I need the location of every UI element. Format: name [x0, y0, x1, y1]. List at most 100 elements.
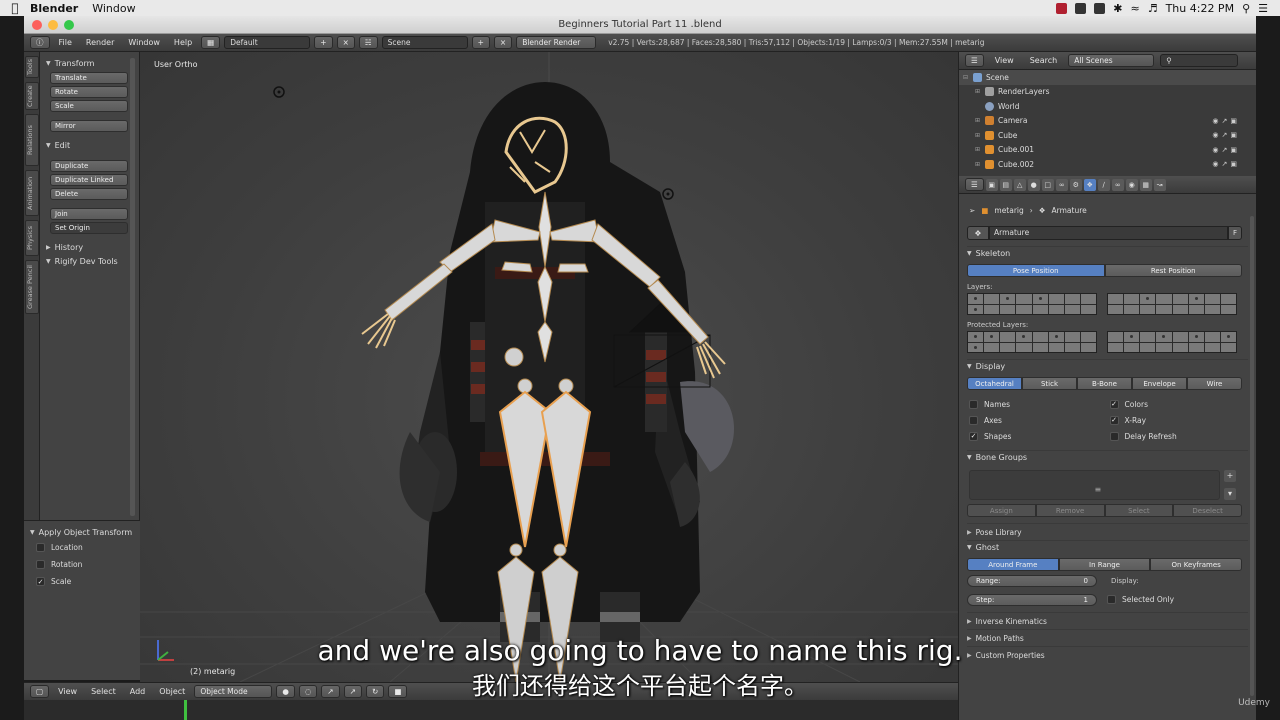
scene-field[interactable]: Scene [381, 36, 468, 49]
select-button[interactable]: Select [1104, 504, 1174, 517]
lamp-icon[interactable] [273, 86, 285, 98]
outliner-row-renderlayers[interactable]: ⊞ RenderLayers [959, 85, 1256, 100]
in-range-button[interactable]: In Range [1058, 558, 1151, 571]
properties-scrollbar[interactable] [1250, 216, 1254, 696]
history-panel-header[interactable]: ▶ History [46, 240, 133, 254]
texture-tab-icon[interactable]: ▦ [1139, 178, 1152, 191]
envelope-button[interactable]: Envelope [1132, 377, 1187, 390]
rotate-button[interactable]: Rotate [50, 86, 128, 98]
editor-type-button[interactable]: ☰ [965, 54, 984, 67]
menu-help[interactable]: Help [169, 38, 197, 47]
outliner-filter-select[interactable]: All Scenes [1068, 54, 1155, 67]
3d-viewport[interactable]: User Ortho (2) metarig [140, 52, 958, 682]
menu-search[interactable]: Search [1025, 56, 1062, 65]
rest-position-button[interactable]: Rest Position [1104, 264, 1242, 277]
outliner-row-cube-002[interactable]: ⊞ Cube.002 ◉↗▣ [959, 157, 1256, 172]
remove-scene-button[interactable]: × [493, 36, 513, 49]
checkbox[interactable] [36, 560, 45, 569]
checkbox-checked[interactable]: ✓ [1109, 399, 1119, 409]
selected-only-option[interactable]: Selected Only [1107, 591, 1174, 608]
tab-create[interactable]: Create [25, 82, 39, 110]
layout-field[interactable]: Default [224, 36, 311, 49]
constraints-tab-icon[interactable]: ∞ [1055, 178, 1068, 191]
shapes-option[interactable]: ✓ Shapes [969, 428, 1108, 444]
remove-button[interactable]: Remove [1035, 504, 1105, 517]
tab-animation[interactable]: Animation [25, 170, 39, 216]
join-button[interactable]: Join [50, 208, 128, 220]
search-icon[interactable]: ⚲ [1242, 2, 1250, 15]
scale-button[interactable]: Scale [50, 100, 128, 112]
material-tab-icon[interactable]: ◉ [1125, 178, 1138, 191]
range-field[interactable]: Range: 0 [967, 575, 1097, 587]
xray-option[interactable]: ✓ X-Ray [1109, 412, 1249, 428]
resize-handle-icon[interactable]: ≡ [1095, 485, 1102, 494]
bone-groups-panel-header[interactable]: ▼ Bone Groups [967, 450, 1248, 464]
wire-button[interactable]: Wire [1187, 377, 1242, 390]
bone-groups-list[interactable]: ≡ [969, 470, 1220, 500]
checkbox[interactable] [36, 543, 45, 552]
object-tab-icon[interactable]: □ [1041, 178, 1054, 191]
apple-icon[interactable]:  [0, 1, 30, 15]
editor-type-button[interactable]: ⓘ [30, 36, 50, 49]
tab-tools[interactable]: Tools [25, 56, 39, 78]
menu-file[interactable]: File [54, 38, 77, 47]
step-field[interactable]: Step: 1 [967, 593, 1097, 606]
add-layout-button[interactable]: + [314, 36, 333, 49]
datablock-name-field[interactable]: Armature [989, 226, 1228, 240]
layer-buttons-left[interactable] [967, 293, 1097, 315]
tab-relations[interactable]: Relations [25, 114, 39, 166]
display-panel-header[interactable]: ▼ Display [967, 359, 1248, 373]
world-tab-icon[interactable]: ● [1027, 178, 1040, 191]
tab-grease-pencil[interactable]: Grease Pencil [25, 260, 39, 314]
ghost-panel-header[interactable]: ▼ Ghost [967, 540, 1248, 554]
bone-tab-icon[interactable]: ∕ [1097, 178, 1110, 191]
zoom-window-button[interactable] [64, 20, 74, 30]
names-option[interactable]: Names [969, 396, 1108, 412]
app-name[interactable]: Blender [30, 2, 78, 15]
menu-window[interactable]: Window [92, 2, 135, 15]
tool-shelf-scrollbar[interactable] [130, 58, 135, 516]
scene-icon[interactable]: ☵ [358, 36, 378, 49]
viewport-scene[interactable] [140, 52, 958, 682]
armature-data-tab-icon[interactable]: ❖ [1083, 178, 1096, 191]
visibility-icons[interactable]: ◉↗▣ [1212, 117, 1240, 125]
menu-view[interactable]: View [990, 56, 1019, 65]
timeline[interactable] [24, 700, 958, 720]
checkbox-checked[interactable]: ✓ [36, 577, 45, 586]
skeleton-panel-header[interactable]: ▼ Skeleton [967, 246, 1248, 260]
around-frame-button[interactable]: Around Frame [967, 558, 1059, 571]
physics-tab-icon[interactable]: ↝ [1153, 178, 1166, 191]
colors-option[interactable]: ✓ Colors [1109, 396, 1249, 412]
octahedral-button[interactable]: Octahedral [967, 377, 1022, 390]
checkbox[interactable] [969, 399, 978, 409]
assign-button[interactable]: Assign [967, 504, 1036, 517]
edit-panel-header[interactable]: ▼ Edit [46, 138, 133, 152]
volume-icon[interactable]: ♬ [1148, 2, 1158, 15]
protected-layer-buttons-left[interactable] [967, 331, 1097, 353]
checkbox[interactable] [1107, 595, 1116, 604]
checkbox[interactable] [1109, 431, 1119, 441]
character-mesh[interactable] [399, 82, 734, 642]
layers-tab-icon[interactable]: ▤ [999, 178, 1012, 191]
pose-library-panel-header[interactable]: ▶ Pose Library [967, 523, 1248, 540]
bone-group-menu-button[interactable]: ▾ [1224, 488, 1236, 500]
visibility-icons[interactable]: ◉↗▣ [1212, 131, 1240, 139]
duplicate-button[interactable]: Duplicate [50, 160, 128, 172]
minimize-window-button[interactable] [48, 20, 58, 30]
clock[interactable]: Thu 4:22 PM [1166, 2, 1234, 15]
editor-type-button[interactable]: ☰ [965, 178, 984, 191]
render-engine-select[interactable]: Blender Render [516, 36, 597, 49]
tray-icon[interactable] [1075, 2, 1087, 14]
add-scene-button[interactable]: + [471, 36, 490, 49]
layer-buttons-right[interactable] [1107, 293, 1237, 315]
outliner-row-world[interactable]: World [959, 99, 1256, 114]
fake-user-button[interactable]: F [1228, 226, 1242, 240]
layout-icon[interactable]: ▦ [201, 36, 221, 49]
bone-constraints-tab-icon[interactable]: ∞ [1111, 178, 1124, 191]
outliner-row-camera[interactable]: ⊞ Camera ◉↗▣ [959, 114, 1256, 129]
checkbox-checked[interactable]: ✓ [1109, 415, 1119, 425]
pose-position-button[interactable]: Pose Position [967, 264, 1105, 277]
delete-button[interactable]: Delete [50, 188, 128, 200]
delay-refresh-option[interactable]: Delay Refresh [1109, 428, 1249, 444]
outliner-row-scene[interactable]: ⊟ Scene [959, 70, 1256, 85]
